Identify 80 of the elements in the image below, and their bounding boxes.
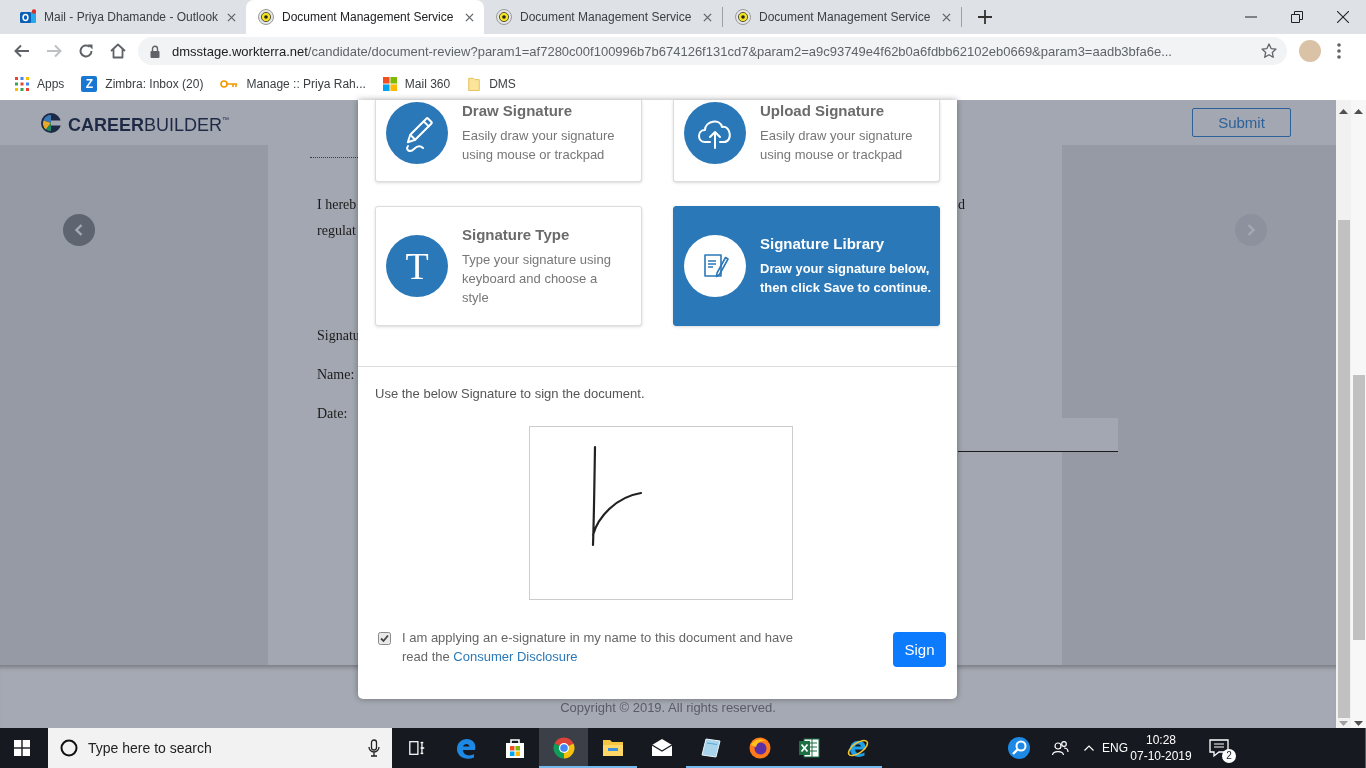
clock-time[interactable]: 10:28	[1146, 732, 1176, 748]
star-icon[interactable]	[1261, 43, 1277, 59]
chevron-left-icon	[75, 224, 83, 236]
option-description: Easily draw your signature using mouse or trackpad	[760, 127, 914, 164]
restore-icon[interactable]	[1291, 11, 1303, 23]
bookmark-link[interactable]: Mail 360	[404, 77, 451, 91]
document-pen-icon	[684, 235, 746, 297]
sign-button[interactable]: Sign	[893, 632, 946, 667]
tablet-icon	[698, 736, 723, 760]
target-icon	[496, 9, 512, 25]
document-text: regulat	[317, 223, 356, 239]
field-label: Name:	[317, 366, 355, 384]
globe-icon	[747, 736, 772, 760]
option-description: Easily draw your signature using mouse or trackpad	[462, 127, 616, 164]
letter-badge: Z	[81, 76, 98, 92]
option-title: Draw Signature	[462, 102, 574, 120]
notification-icon[interactable]	[1208, 737, 1230, 759]
apps-grid-icon	[15, 77, 29, 91]
scrollbar-thumb[interactable]	[1352, 375, 1365, 640]
copyright-text: Copyright © 2019. All rights reserved.	[560, 700, 776, 715]
close-icon[interactable]	[1337, 11, 1349, 23]
key-icon	[220, 80, 239, 88]
clock-date[interactable]: 07-10-2019	[1130, 748, 1192, 764]
option-title: Signature Library	[760, 235, 886, 253]
letter-badge: T	[386, 235, 448, 297]
search-field[interactable]: Type here to search	[88, 739, 358, 757]
search-bar[interactable]: Type here to search	[48, 728, 392, 768]
people-icon[interactable]	[1051, 739, 1069, 757]
document-text: d	[958, 197, 965, 213]
taskbar-button[interactable]	[539, 728, 588, 768]
field-label: Date:	[317, 405, 348, 423]
browser-tab[interactable]: Document Management Service	[484, 0, 722, 34]
browser-tab[interactable]: Document Management Service	[723, 0, 961, 34]
browser-tab[interactable]: Mail - Priya Dhamande - Outlook	[8, 0, 246, 34]
task-view-icon	[407, 739, 426, 757]
microphone-icon[interactable]	[368, 739, 380, 757]
home-icon[interactable]	[108, 41, 128, 61]
signature-option-card[interactable]: Signature Library Draw your signature below, then click Save to continue.	[673, 206, 940, 326]
instruction-text: Use the below Signature to sign the document.	[375, 386, 645, 401]
document-text: I hereb	[317, 197, 357, 213]
signature-option-card[interactable]: Draw Signature Easily draw your signature using mouse or trackpad	[375, 100, 642, 182]
target-icon	[258, 9, 274, 25]
option-description: Draw your signature below, then click Save to continue.	[760, 260, 933, 297]
target-icon	[735, 9, 751, 25]
checkbox[interactable]	[378, 632, 391, 645]
bookmark-link[interactable]: DMS	[489, 77, 516, 91]
four-squares-icon	[382, 77, 397, 91]
address-bar[interactable]: dmsstage.workterra.net/candidate/document-review?param1=af7280c00f100996b7b674126f131cd7&param2=a9c93749e4f62b0a6fdbb62102eb0669&param3=aadb3bfa6e...	[138, 37, 1287, 65]
scrollbar[interactable]	[1351, 100, 1366, 728]
bookmark-link[interactable]: Apps	[37, 77, 65, 91]
notification-count: 2	[1222, 749, 1236, 763]
signature-option-card[interactable]: Upload Signature Easily draw your signature using mouse or trackpad	[673, 100, 940, 182]
option-title: Upload Signature	[760, 102, 886, 120]
consent-text: I am applying an e-signature in my name to this document and have read the Consumer Disclosure	[402, 629, 794, 666]
plus-icon[interactable]	[978, 10, 992, 24]
spreadsheet-icon	[796, 736, 821, 760]
scrollbar[interactable]	[1336, 100, 1351, 728]
chevron-up-icon[interactable]	[1084, 745, 1094, 751]
pencil-icon	[386, 102, 448, 164]
mail-app-icon	[20, 9, 36, 25]
magnifier-badge-icon[interactable]	[1007, 736, 1031, 760]
search-icon	[60, 739, 78, 757]
option-title: Signature Type	[462, 225, 571, 244]
lock-icon	[150, 44, 160, 58]
browser-tab[interactable]: Document Management Service	[246, 0, 484, 34]
signature-option-card[interactable]: T Signature Type Type your signature using keyboard and choose a style	[375, 206, 642, 326]
option-description: Type your signature using keyboard and choose a style	[462, 250, 612, 307]
cloud-upload-icon	[684, 102, 746, 164]
consumer-disclosure-link[interactable]: Consumer Disclosure	[453, 649, 578, 664]
scrollbar-thumb[interactable]	[1337, 220, 1350, 718]
folder-icon	[467, 77, 482, 91]
tricolor-circle-icon	[551, 736, 576, 760]
more-menu-icon[interactable]	[1337, 43, 1341, 59]
close-icon[interactable]	[465, 12, 474, 22]
brand-name: CAREERBUILDER$^{™}$	[68, 114, 230, 136]
bookmark-link[interactable]: Manage :: Priya Rah...	[246, 77, 366, 91]
windows-logo-icon[interactable]	[14, 740, 30, 756]
bookmark-link[interactable]: Zimbra: Inbox (20)	[105, 77, 204, 91]
segmented-circle-icon	[40, 111, 62, 134]
language-indicator[interactable]: ENG	[1101, 741, 1129, 755]
